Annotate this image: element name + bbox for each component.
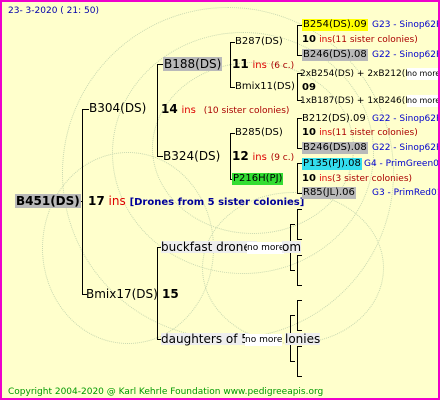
right-row-9-node[interactable]: B246(DS).08	[302, 142, 368, 154]
empty-tick-line	[290, 270, 295, 271]
right-bracket-line	[297, 25, 298, 55]
sire-b-count: 12	[232, 149, 249, 163]
right-row-2: 10 ins(11 sister colonies)	[302, 34, 418, 46]
sire-a-b-node[interactable]: Bmix11(DS)	[235, 81, 295, 93]
right-row-8-count: 10	[302, 127, 316, 138]
right-row-10-node[interactable]: P135(PJ).08	[302, 158, 362, 170]
right-row-11-count: 10	[302, 173, 316, 184]
right-row-3-label: G22 - Sinop62R	[372, 50, 440, 60]
right-row-2-count: 10	[302, 34, 316, 45]
right-row-8: 10 ins(11 sister colonies)	[302, 127, 418, 139]
dam-a-no-more-badge: no more	[247, 242, 285, 254]
root-node[interactable]: B451(DS)	[15, 194, 81, 208]
sire-a-node[interactable]: B188(DS)	[163, 57, 223, 71]
sire-b-note: (9 c.)	[270, 153, 295, 163]
empty-tick-line	[290, 315, 295, 316]
right-bracket-line	[297, 73, 298, 100]
sire-ins-label: ins	[181, 105, 196, 116]
right-bracket-line	[297, 118, 298, 148]
right-row-3-node[interactable]: B246(DS).08	[302, 49, 368, 61]
right-row-7-label: G22 - Sinop62R	[372, 114, 440, 124]
dam-b-name: daughters of 5	[161, 332, 249, 346]
empty-tick-line	[297, 209, 302, 210]
sire-node[interactable]: B304(DS)	[89, 102, 146, 114]
right-row-12-label: G3 - PrimRed01	[372, 188, 440, 198]
root-count: 17	[88, 194, 105, 208]
right-row-11-note: (3 sister colonies)	[332, 174, 413, 184]
sire-b-b-node[interactable]: P216H(PJ)	[232, 173, 284, 185]
right-row-1-label: G23 - Sinop62R	[372, 20, 440, 30]
empty-bracket-line	[297, 255, 298, 285]
sire-a-a-node[interactable]: B287(DS)	[235, 36, 283, 48]
pedigree-frame: 23- 3-2020 ( 21: 50) B451(DS) 17 ins [Dr…	[0, 0, 440, 400]
sire-b-drone-count: 12 ins (9 c.)	[232, 150, 294, 164]
right-row-4-node[interactable]: 2xB254(DS) + 2xB212(DS)	[300, 68, 421, 80]
empty-tick-line	[297, 330, 302, 331]
sire-b-bracket-line	[230, 133, 231, 180]
sire-count: 14	[161, 102, 178, 116]
sire-a-ins-label: ins	[252, 60, 267, 71]
right-bracket-line	[297, 163, 298, 193]
dam-b-name-tail: lonies	[285, 332, 321, 346]
right-row-2-ins: ins	[319, 35, 333, 45]
sire-drone-count: 14 ins (10 sister colonies)	[161, 103, 289, 117]
right-row-4-no-more: no more	[407, 68, 440, 80]
empty-tick-line	[290, 224, 295, 225]
sire-a-count: 11	[232, 57, 249, 71]
empty-bracket-line	[297, 346, 298, 376]
sire-a-drone-count: 11 ins (6 c.)	[232, 58, 294, 72]
empty-bracket-line	[297, 209, 298, 239]
sire-a-bracket-line	[230, 42, 231, 87]
root-drone-count: 17 ins [Drones from 5 sister colonies]	[88, 195, 304, 209]
sire-b-ins-label: ins	[252, 152, 267, 163]
sire-b-node[interactable]: B324(DS)	[163, 150, 220, 162]
right-row-6-node[interactable]: 1xB187(DS) + 1xB246(DS)	[300, 95, 421, 107]
right-row-6-no-more: no more	[407, 95, 440, 107]
footer-copyright: Copyright 2004-2020 @ Karl Kehrle Founda…	[8, 387, 324, 397]
dam-a-node[interactable]: buckfast drones	[161, 241, 257, 253]
right-row-5-count: 09	[302, 82, 316, 93]
empty-tick-line	[297, 285, 302, 286]
right-row-8-ins: ins	[319, 128, 333, 138]
right-row-2-note: (11 sister colonies)	[332, 35, 418, 45]
right-row-12-node[interactable]: R85(JL).06	[302, 187, 356, 199]
dam-node[interactable]: Bmix17(DS)	[86, 288, 158, 300]
header-date: 23- 3-2020 ( 21: 50)	[8, 6, 99, 16]
watermark-ring	[202, 192, 384, 344]
empty-tick-line	[297, 255, 302, 256]
root-bracket-line	[82, 109, 83, 295]
right-row-10-label: G4 - PrimGreen00	[364, 159, 440, 169]
right-row-1-node[interactable]: B254(DS).09	[302, 19, 368, 31]
right-row-11-ins: ins	[319, 174, 333, 184]
dam-a-name-tail: om	[282, 240, 302, 254]
sire-bracket-line	[157, 64, 158, 156]
dam-a-name: buckfast drones	[161, 240, 257, 254]
root-ins-label: ins	[108, 194, 126, 208]
sire-a-note: (6 c.)	[270, 61, 295, 71]
sire-b-a-node[interactable]: B285(DS)	[235, 127, 283, 139]
right-row-7-node[interactable]: B212(DS).09	[302, 113, 366, 125]
root-note: [Drones from 5 sister colonies]	[129, 197, 305, 208]
empty-tick-line	[297, 376, 302, 377]
empty-bracket-line	[297, 300, 298, 330]
sire-note: (10 sister colonies)	[203, 106, 290, 116]
right-row-8-note: (11 sister colonies)	[332, 128, 418, 138]
empty-tick-line	[297, 346, 302, 347]
dam-drone-count: 15	[162, 287, 179, 301]
sire-link-line	[82, 109, 89, 110]
dam-b-node[interactable]: daughters of 5	[161, 333, 249, 345]
right-row-9-label: G22 - Sinop62R	[372, 143, 440, 153]
dam-b-no-more-badge: no more	[245, 334, 283, 346]
empty-tick-line	[290, 361, 295, 362]
right-row-11: 10 ins(3 sister colonies)	[302, 173, 412, 185]
empty-tick-line	[297, 300, 302, 301]
